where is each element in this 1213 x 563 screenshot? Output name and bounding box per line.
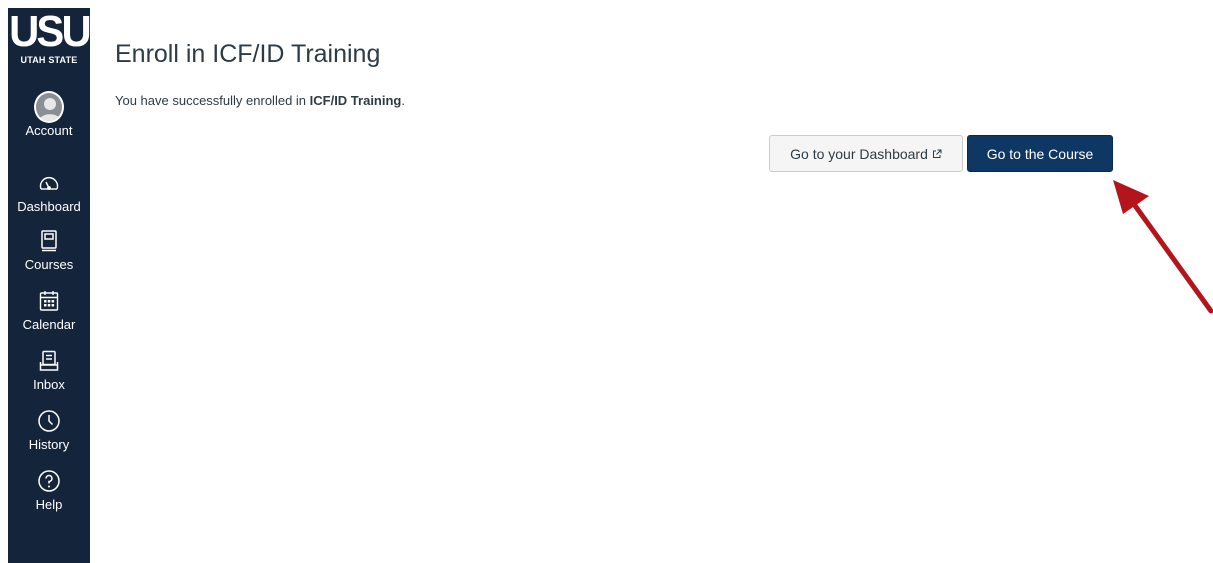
help-icon xyxy=(34,466,64,496)
global-nav-sidebar: USU UTAH STATE Account Dashboard Courses… xyxy=(8,7,92,563)
external-link-icon xyxy=(932,149,942,158)
courses-icon xyxy=(34,226,64,256)
enrollment-message: You have successfully enrolled in ICF/ID… xyxy=(115,93,405,108)
inbox-icon xyxy=(34,346,64,376)
nav-label-account: Account xyxy=(25,123,73,138)
calendar-icon xyxy=(34,286,64,316)
course-name: ICF/ID Training xyxy=(309,93,402,108)
annotation-arrow-icon xyxy=(1113,180,1213,314)
avatar xyxy=(34,91,64,123)
nav-label-dashboard: Dashboard xyxy=(17,199,81,214)
usu-logo[interactable]: USU UTAH STATE xyxy=(8,7,92,78)
avatar-icon xyxy=(34,91,64,123)
nav-label-courses: Courses xyxy=(24,257,74,272)
nav-item-history[interactable]: History xyxy=(8,406,90,452)
logo-subtitle: UTAH STATE xyxy=(20,55,78,65)
nav-label-history: History xyxy=(28,437,70,452)
nav-label-inbox: Inbox xyxy=(33,377,65,392)
nav-item-help[interactable]: Help xyxy=(8,466,90,512)
history-icon xyxy=(34,406,64,436)
nav-label-help: Help xyxy=(35,497,63,512)
go-to-course-button[interactable]: Go to the Course xyxy=(967,135,1113,172)
nav-item-courses[interactable]: Courses xyxy=(8,226,90,272)
go-to-course-label: Go to the Course xyxy=(986,145,1094,162)
message-suffix: . xyxy=(401,93,405,108)
nav-label-calendar: Calendar xyxy=(22,317,76,332)
page: USU UTAH STATE Account Dashboard Courses… xyxy=(0,0,1213,563)
nav-item-inbox[interactable]: Inbox xyxy=(8,346,90,392)
dashboard-icon xyxy=(34,168,64,198)
go-to-dashboard-label: Go to your Dashboard xyxy=(790,145,928,162)
logo-mark: USU xyxy=(9,7,92,56)
nav-item-dashboard[interactable]: Dashboard xyxy=(8,168,90,214)
nav-item-calendar[interactable]: Calendar xyxy=(8,286,90,332)
main-content: Enroll in ICF/ID Training You have succe… xyxy=(115,0,1213,563)
go-to-dashboard-button[interactable]: Go to your Dashboard xyxy=(769,135,963,172)
nav-item-account[interactable]: Account xyxy=(8,91,90,138)
message-prefix: You have successfully enrolled in xyxy=(115,93,310,108)
page-title: Enroll in ICF/ID Training xyxy=(115,40,381,68)
